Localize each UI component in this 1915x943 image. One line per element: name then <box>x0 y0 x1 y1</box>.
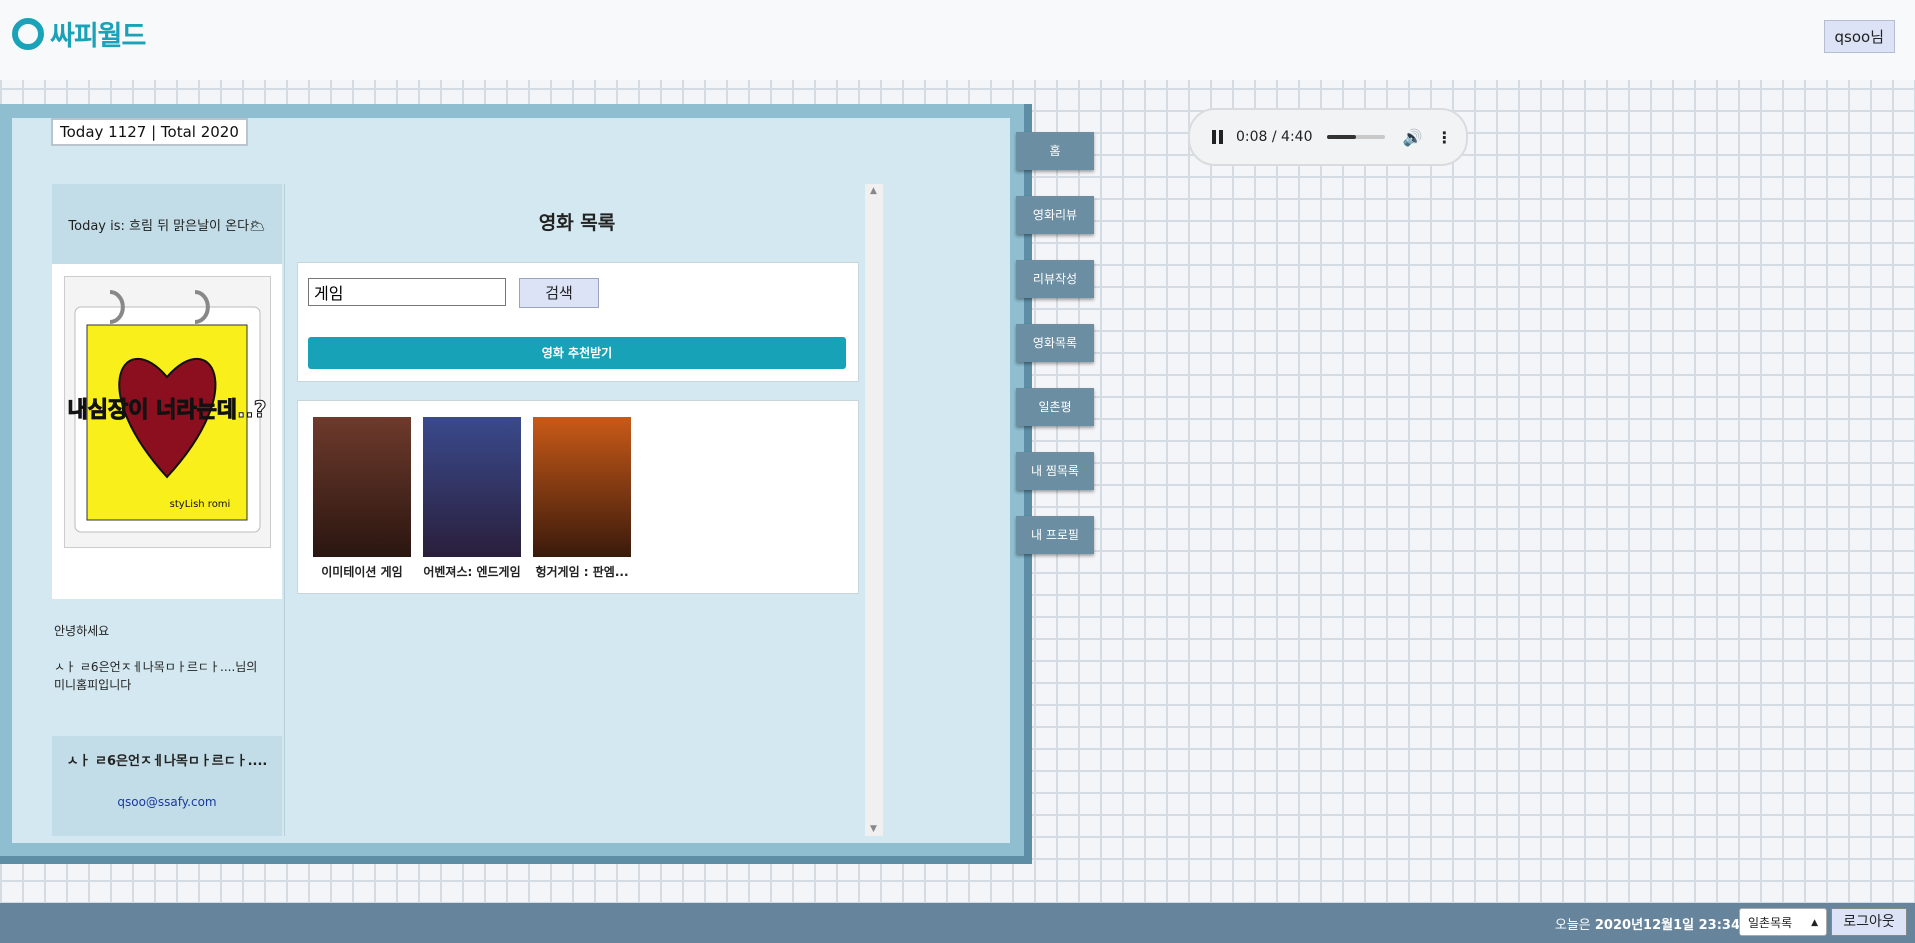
search-button[interactable]: 검색 <box>519 278 599 308</box>
profile-sidebar: Today is: 흐림 뒤 맑은날이 온다🌥 내심장이 너라는데..? sty… <box>52 184 282 836</box>
nav-movie-review[interactable]: 영화리뷰 <box>1016 196 1094 234</box>
profile-email[interactable]: qsoo@ssafy.com <box>52 795 282 809</box>
nav-home[interactable]: 홈 <box>1016 132 1094 170</box>
nav-my-profile[interactable]: 내 프로필 <box>1016 516 1094 554</box>
greeting-line-1: 안녕하세요 <box>54 624 110 638</box>
logout-button[interactable]: 로그아웃 <box>1831 908 1907 936</box>
movie-poster[interactable] <box>313 417 411 557</box>
photo-text-main: 내심장이 너라는데..? <box>67 398 266 423</box>
movie-title[interactable]: 헝거게임 : 판엠... <box>532 563 632 580</box>
movie-card[interactable]: 헝거게임 : 판엠... <box>532 417 632 580</box>
footer-bar: 오늘은 2020년12월1일 23:34 일촌목록 ▲ 로그아웃 <box>0 903 1915 943</box>
recommend-button[interactable]: 영화 추천받기 <box>308 337 846 369</box>
movie-title[interactable]: 어벤져스: 엔드게임 <box>422 563 522 580</box>
greeting-line-2: ㅅㅏ ㄹ6은언ㅈㅔ나목ㅁㅏ르ㄷㅏ....님의 미니홈피입니다 <box>54 660 258 692</box>
caret-up-icon: ▲ <box>1811 918 1818 928</box>
movie-poster[interactable] <box>533 417 631 557</box>
weather-status: Today is: 흐림 뒤 맑은날이 온다🌥 <box>52 184 282 264</box>
profile-photo: 내심장이 너라는데..? styLish romi <box>64 276 271 548</box>
top-bar: 싸피월드 qsoo님 <box>0 0 1915 80</box>
footer-date-prefix: 오늘은 <box>1554 918 1595 933</box>
movie-results: 이미테이션 게임 어벤져스: 엔드게임 헝거게임 : 판엠... <box>297 400 859 594</box>
profile-card: ㅅㅏ ㄹ6은언ㅈㅔ나목ㅁㅏ르ㄷㅏ.... qsoo@ssafy.com <box>52 736 282 836</box>
audio-progress-fill <box>1326 135 1356 139</box>
audio-progress-bar[interactable] <box>1326 135 1385 139</box>
nav-write-review[interactable]: 리뷰작성 <box>1016 260 1094 298</box>
audio-player: 0:08 / 4:40 🔊 ⋮ <box>1188 108 1468 166</box>
search-panel: 검색 영화 추천받기 <box>297 262 859 382</box>
page-title: 영화 목록 <box>538 212 616 234</box>
nav-movie-list[interactable]: 영화목록 <box>1016 324 1094 362</box>
logo-ring-icon <box>12 17 44 50</box>
nav-wishlist[interactable]: 내 찜목록 <box>1016 452 1094 490</box>
scroll-up-icon[interactable]: ▲ <box>870 186 877 196</box>
nav-ilchon-comment[interactable]: 일촌평 <box>1016 388 1094 426</box>
logo-text: 싸피월드 <box>50 21 146 52</box>
site-logo[interactable]: 싸피월드 <box>12 14 146 53</box>
footer-date-value: 2020년12월1일 23:34 <box>1594 918 1740 933</box>
visit-counter: Today 1127 | Total 2020 <box>51 118 248 146</box>
audio-time: 0:08 / 4:40 <box>1236 129 1313 145</box>
ilchon-select[interactable]: 일촌목록 ▲ <box>1739 908 1827 936</box>
greeting: 안녕하세요 ㅅㅏ ㄹ6은언ㅈㅔ나목ㅁㅏ르ㄷㅏ....님의 미니홈피입니다 <box>54 622 264 694</box>
ilchon-select-value: 일촌목록 <box>1748 916 1793 930</box>
panel-scrollbar[interactable]: ▲ ▼ <box>865 184 883 836</box>
profile-name: ㅅㅏ ㄹ6은언ㅈㅔ나목ㅁㅏ르ㄷㅏ.... <box>66 754 268 769</box>
volume-icon[interactable]: 🔊 <box>1403 128 1423 147</box>
movie-card[interactable]: 어벤져스: 엔드게임 <box>422 417 522 580</box>
more-options-icon[interactable]: ⋮ <box>1436 128 1452 147</box>
user-button[interactable]: qsoo님 <box>1823 20 1895 53</box>
movie-card[interactable]: 이미테이션 게임 <box>312 417 412 580</box>
photo-text-sub: styLish romi <box>170 499 231 510</box>
pause-icon[interactable] <box>1212 130 1226 144</box>
profile-photo-box: 내심장이 너라는데..? styLish romi <box>52 264 282 599</box>
scroll-down-icon[interactable]: ▼ <box>870 824 877 834</box>
movie-poster[interactable] <box>423 417 521 557</box>
movie-title[interactable]: 이미테이션 게임 <box>312 563 412 580</box>
movie-list-panel: 영화 목록 검색 영화 추천받기 이미테이션 게임 어벤져스: 엔드게임 헝거게… <box>284 184 884 836</box>
footer-date: 오늘은 2020년12월1일 23:34 <box>1555 914 1740 933</box>
search-input[interactable] <box>308 278 506 306</box>
